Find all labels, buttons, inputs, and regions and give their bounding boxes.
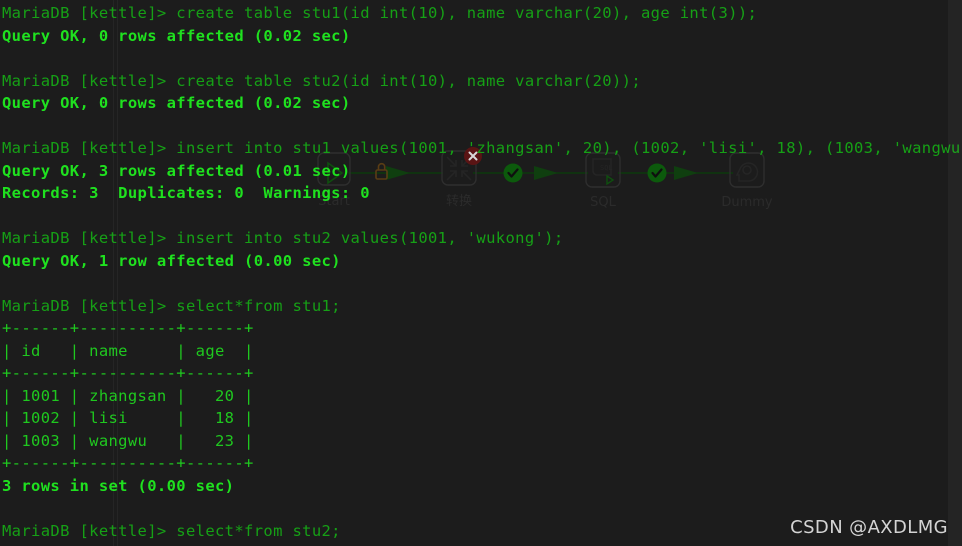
terminal-line: MariaDB [kettle]> select*from stu1; [2,296,341,315]
terminal-output[interactable]: MariaDB [kettle]> create table stu1(id i… [0,0,962,546]
terminal-line: Query OK, 0 rows affected (0.02 sec) [2,26,351,45]
watermark-text: CSDN @AXDLMG [790,517,948,538]
terminal-line: MariaDB [kettle]> create table stu1(id i… [2,4,758,22]
terminal-line: Records: 3 Duplicates: 0 Warnings: 0 [2,184,370,202]
terminal-line: Query OK, 3 rows affected (0.01 sec) [2,161,351,180]
table-row: | 1002 | lisi | 18 | [2,409,254,427]
terminal-line: MariaDB [kettle]> create table stu2(id i… [2,71,641,90]
table-border: +------+--------+ [2,542,962,546]
terminal-line: MariaDB [kettle]> insert into stu1 value… [2,139,962,157]
terminal-line: Query OK, 1 row affected (0.00 sec) [2,251,341,270]
table-row: | 1001 | zhangsan | 20 | [2,386,254,405]
table-header: | id | name | age | [2,341,254,360]
table-border: +------+----------+------+ [2,364,254,382]
table-border: +------+----------+------+ [2,454,254,472]
table-border: +------+----------+------+ [2,319,254,337]
terminal-line: MariaDB [kettle]> insert into stu2 value… [2,229,564,247]
terminal-window: Start 转换 SQL SQL Dummy MariaDB [kettle]>… [0,0,962,546]
terminal-line: Query OK, 0 rows affected (0.02 sec) [2,94,351,112]
terminal-line: 3 rows in set (0.00 sec) [2,476,235,495]
table-row: | 1003 | wangwu | 23 | [2,431,254,450]
